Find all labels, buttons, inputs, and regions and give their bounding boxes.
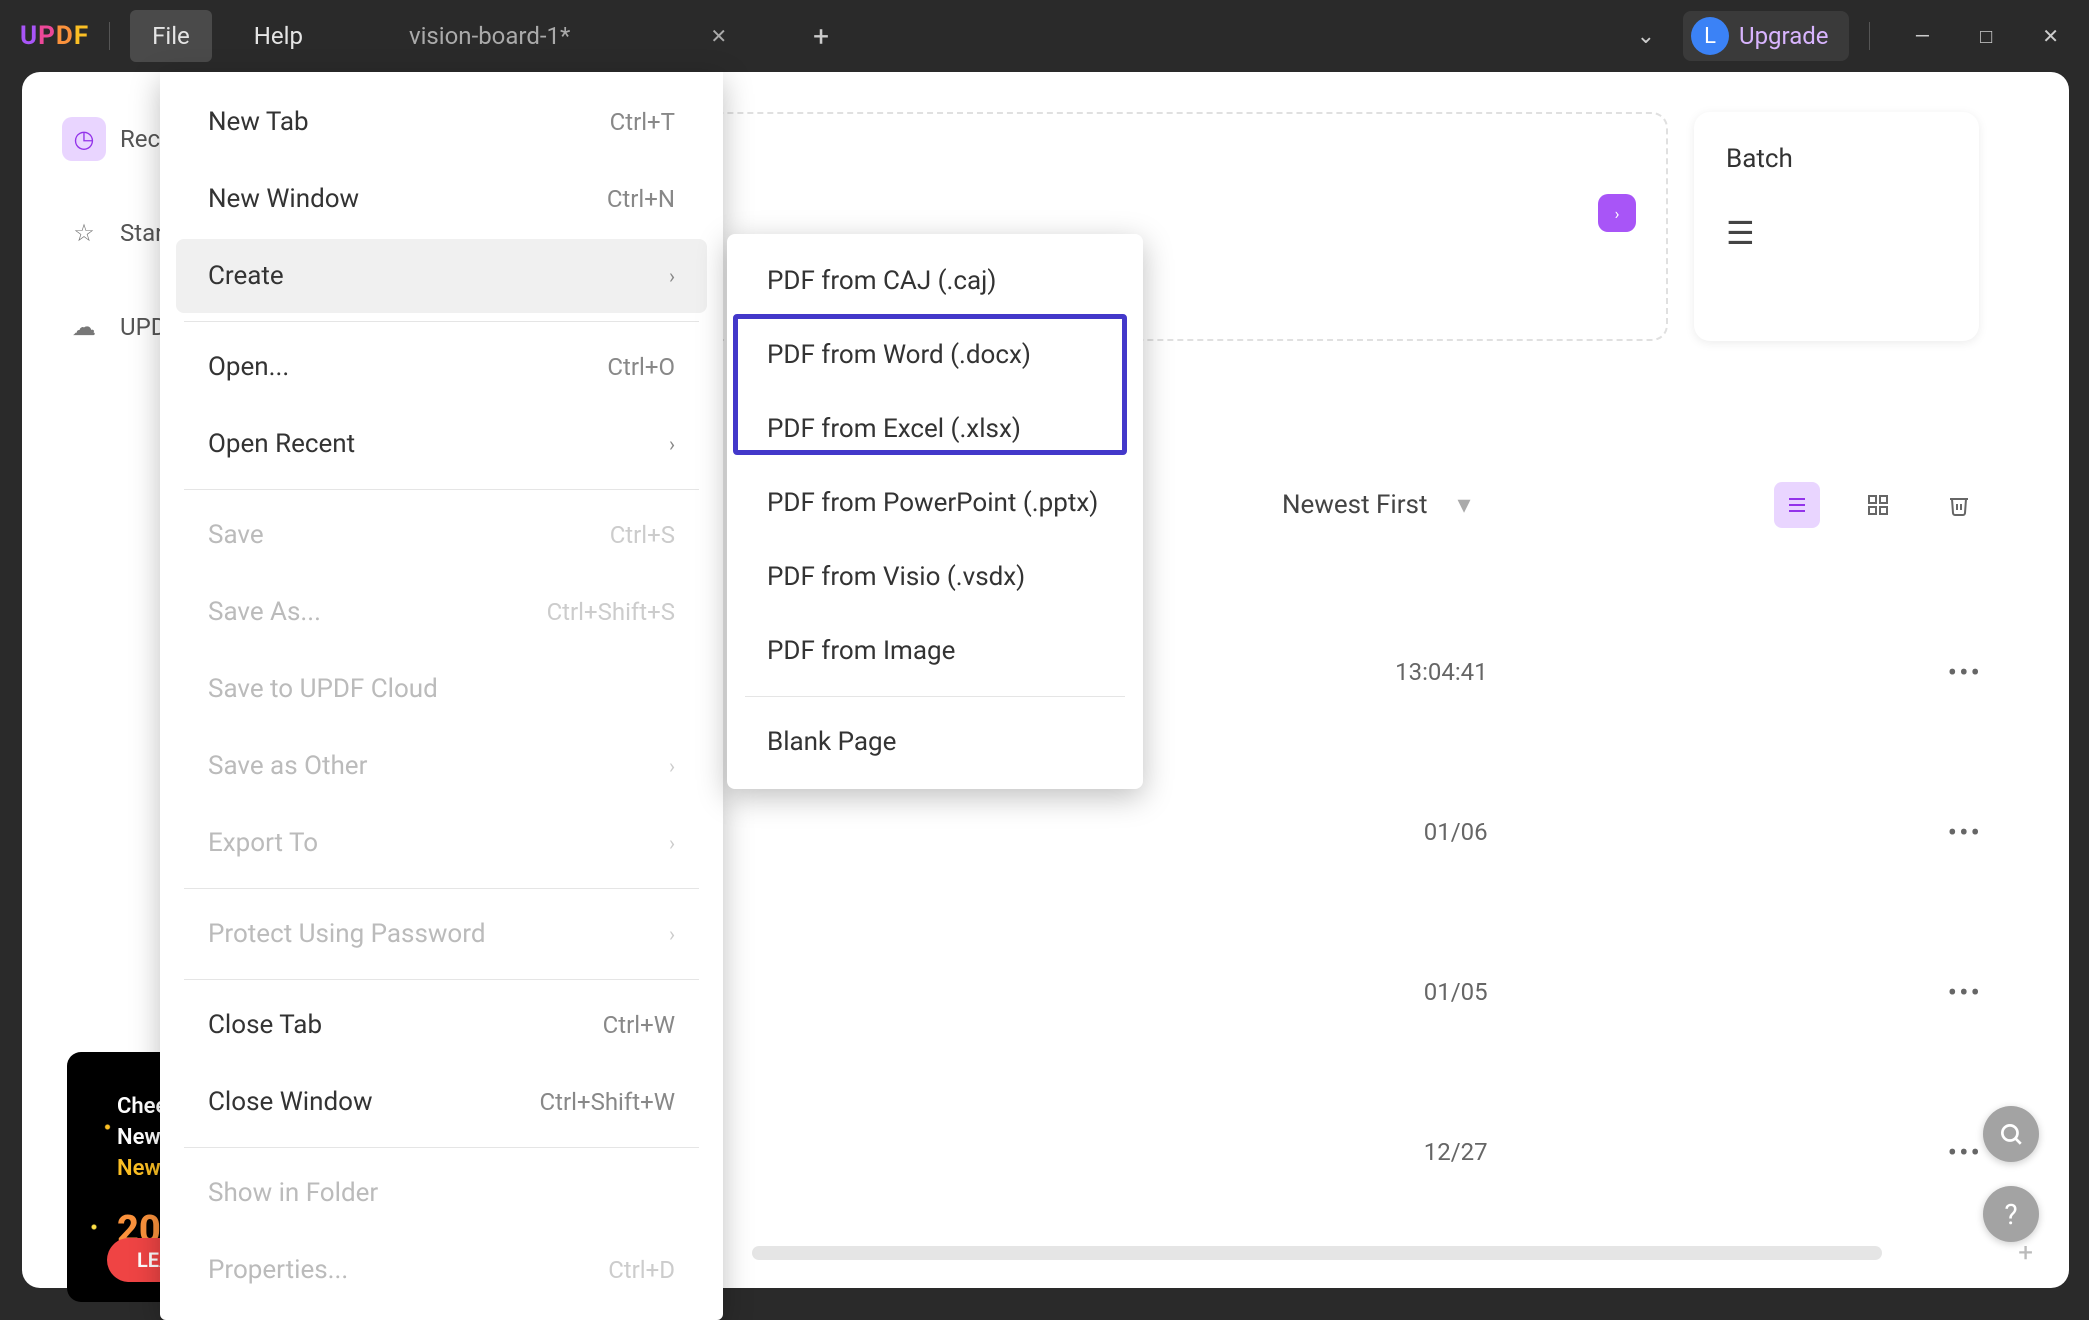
menu-protect: Protect Using Password› [176,897,707,971]
horizontal-scrollbar[interactable] [752,1246,1882,1260]
menu-open[interactable]: Open...Ctrl+O [176,330,707,404]
view-grid-button[interactable] [1855,482,1901,528]
chevron-right-icon: › [669,432,675,456]
create-from-caj[interactable]: PDF from CAJ (.caj) [739,244,1131,318]
separator [184,489,699,490]
create-from-image[interactable]: PDF from Image [739,614,1131,688]
titlebar: UPDF File Help vision-board-1* ✕ + ⌄ L U… [0,0,2089,72]
view-list-button[interactable] [1774,482,1820,528]
shortcut: Ctrl+Shift+W [540,1088,675,1116]
search-fab[interactable] [1983,1106,2039,1162]
shortcut: Ctrl+T [610,108,675,136]
menu-save: SaveCtrl+S [176,498,707,572]
create-blank-page[interactable]: Blank Page [739,705,1131,779]
sort-label: Newest First [1282,490,1427,520]
separator [184,888,699,889]
shortcut: Ctrl+O [607,353,675,381]
menu-file[interactable]: File [130,10,212,62]
shortcut: Ctrl+N [607,185,675,213]
close-icon[interactable]: ✕ [710,24,727,48]
close-button[interactable]: ✕ [2032,14,2069,59]
file-date: 12/27 [1424,1138,1488,1166]
menu-save-other: Save as Other› [176,729,707,803]
menu-new-window[interactable]: New WindowCtrl+N [176,162,707,236]
shortcut: Ctrl+S [610,521,675,549]
upgrade-button[interactable]: L Upgrade [1683,11,1849,61]
app-logo: UPDF [20,21,89,51]
create-from-visio[interactable]: PDF from Visio (.vsdx) [739,540,1131,614]
chevron-down-icon: ▾ [1457,490,1470,520]
star-icon: ☆ [62,211,106,255]
avatar: L [1691,17,1729,55]
more-icon[interactable]: ••• [1948,816,1982,849]
cloud-icon: ☁ [62,305,106,349]
create-from-word[interactable]: PDF from Word (.docx) [739,318,1131,392]
shortcut: Ctrl+D [608,1256,675,1284]
separator [184,321,699,322]
menu-export: Export To› [176,806,707,880]
sort-dropdown[interactable]: Newest First ▾ [1282,490,1471,520]
file-date: 13:04:41 [1395,658,1488,686]
menu-close-tab[interactable]: Close TabCtrl+W [176,988,707,1062]
chevron-right-icon: › [669,831,675,855]
chevron-right-icon: › [669,922,675,946]
separator [745,696,1125,697]
menu-save-cloud: Save to UPDF Cloud [176,652,707,726]
chevron-right-icon: › [669,754,675,778]
more-icon[interactable]: ••• [1948,656,1982,689]
chevron-right-icon: › [669,264,675,288]
batch-title: Batch [1726,144,1947,174]
separator [184,1147,699,1148]
sidebar-cloud[interactable]: ☁ UPD [62,305,173,349]
menu-new-tab[interactable]: New TabCtrl+T [176,85,707,159]
menu-show-folder: Show in Folder [176,1156,707,1230]
trash-button[interactable] [1936,482,1982,528]
help-fab[interactable]: ? [1983,1186,2039,1242]
tab-document[interactable]: vision-board-1* ✕ [385,12,751,60]
batch-card[interactable]: Batch ☰ [1694,112,1979,341]
plus-icon[interactable]: + [2018,1238,2033,1268]
separator [184,979,699,980]
menu-help[interactable]: Help [232,10,325,62]
minimize-button[interactable]: — [1905,14,1941,59]
menu-create[interactable]: Create› [176,239,707,313]
shortcut: Ctrl+Shift+S [547,598,675,626]
more-icon[interactable]: ••• [1948,976,1982,1009]
sidebar-recent[interactable]: ◷ Rece [62,117,173,161]
create-from-powerpoint[interactable]: PDF from PowerPoint (.pptx) [739,466,1131,540]
menu-close-window[interactable]: Close WindowCtrl+Shift+W [176,1065,707,1139]
file-menu: New TabCtrl+T New WindowCtrl+N Create› O… [160,72,723,1320]
menu-save-as: Save As...Ctrl+Shift+S [176,575,707,649]
maximize-button[interactable]: □ [1970,14,2002,59]
upgrade-label: Upgrade [1739,22,1829,50]
divider [1869,22,1870,50]
stack-icon: ☰ [1726,214,1947,252]
clock-icon: ◷ [62,117,106,161]
tab-title: vision-board-1* [409,22,570,50]
shortcut: Ctrl+W [603,1011,675,1039]
more-icon[interactable]: ••• [1948,1136,1982,1169]
file-date: 01/06 [1424,818,1488,846]
menu-properties: Properties...Ctrl+D [176,1233,707,1307]
divider [109,22,110,50]
create-from-excel[interactable]: PDF from Excel (.xlsx) [739,392,1131,466]
new-tab-button[interactable]: + [801,12,841,61]
chevron-down-icon[interactable]: ⌄ [1629,16,1663,57]
create-submenu: PDF from CAJ (.caj) PDF from Word (.docx… [727,234,1143,789]
sidebar-starred[interactable]: ☆ Starr [62,211,173,255]
file-date: 01/05 [1424,978,1488,1006]
menu-open-recent[interactable]: Open Recent› [176,407,707,481]
chevron-right-icon[interactable]: › [1598,194,1636,232]
